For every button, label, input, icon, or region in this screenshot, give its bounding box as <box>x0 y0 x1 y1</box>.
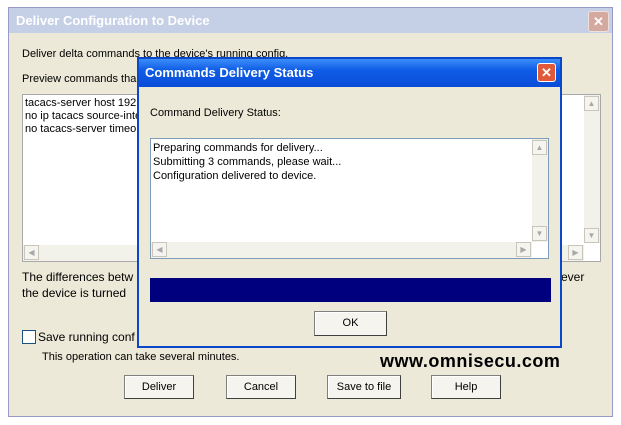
status-line: Configuration delivered to device. <box>153 170 317 182</box>
preview-line: no tacacs-server timeo <box>25 123 137 135</box>
ok-button[interactable]: OK <box>314 311 387 336</box>
scroll-up-icon[interactable]: ▲ <box>532 140 547 155</box>
modal-close-icon[interactable]: ✕ <box>537 63 556 82</box>
outer-title-bar[interactable]: Deliver Configuration to Device ✕ <box>9 8 612 33</box>
preview-commands-label: Preview commands tha <box>22 73 137 85</box>
differences-text-line2: the device is turned <box>22 286 127 300</box>
scroll-down-icon[interactable]: ▼ <box>584 228 599 243</box>
preview-vertical-scrollbar[interactable]: ▲ ▼ <box>584 95 600 243</box>
watermark-text: www.omnisecu.com <box>380 351 561 371</box>
operation-note: This operation can take several minutes. <box>42 351 240 363</box>
scroll-down-icon[interactable]: ▼ <box>532 226 547 241</box>
outer-title: Deliver Configuration to Device <box>16 13 210 28</box>
status-line: Preparing commands for delivery... <box>153 142 323 154</box>
status-vertical-scrollbar[interactable]: ▲ ▼ <box>532 139 548 242</box>
status-textarea[interactable]: Preparing commands for delivery... Submi… <box>150 138 549 259</box>
modal-title-bar[interactable]: Commands Delivery Status ✕ <box>139 59 560 87</box>
save-to-file-button[interactable]: Save to file <box>327 375 401 399</box>
differences-text-line1-end: ever <box>561 270 585 284</box>
save-running-config-checkbox[interactable] <box>22 330 36 344</box>
status-horizontal-scrollbar[interactable]: ◀ ▶ <box>151 242 532 258</box>
outer-close-icon[interactable]: ✕ <box>588 11 609 32</box>
scroll-left-icon[interactable]: ◀ <box>152 242 167 257</box>
cancel-button[interactable]: Cancel <box>226 375 296 399</box>
preview-line: no ip tacacs source-inte <box>25 110 142 122</box>
scroll-up-icon[interactable]: ▲ <box>584 96 599 111</box>
delivery-progress-bar <box>150 278 551 302</box>
preview-line: tacacs-server host 192 <box>25 97 137 109</box>
save-running-config-label: Save running conf <box>38 330 135 344</box>
differences-text-line1: The differences betw <box>22 270 134 284</box>
help-button[interactable]: Help <box>431 375 501 399</box>
commands-delivery-status-dialog: Commands Delivery Status ✕ Command Deliv… <box>137 57 562 348</box>
modal-title: Commands Delivery Status <box>145 65 314 80</box>
scroll-left-icon[interactable]: ◀ <box>24 245 39 260</box>
deliver-button[interactable]: Deliver <box>124 375 194 399</box>
scroll-right-icon[interactable]: ▶ <box>516 242 531 257</box>
status-line: Submitting 3 commands, please wait... <box>153 156 342 168</box>
scroll-right-icon[interactable]: ▶ <box>568 245 583 260</box>
command-delivery-status-label: Command Delivery Status: <box>150 107 281 119</box>
